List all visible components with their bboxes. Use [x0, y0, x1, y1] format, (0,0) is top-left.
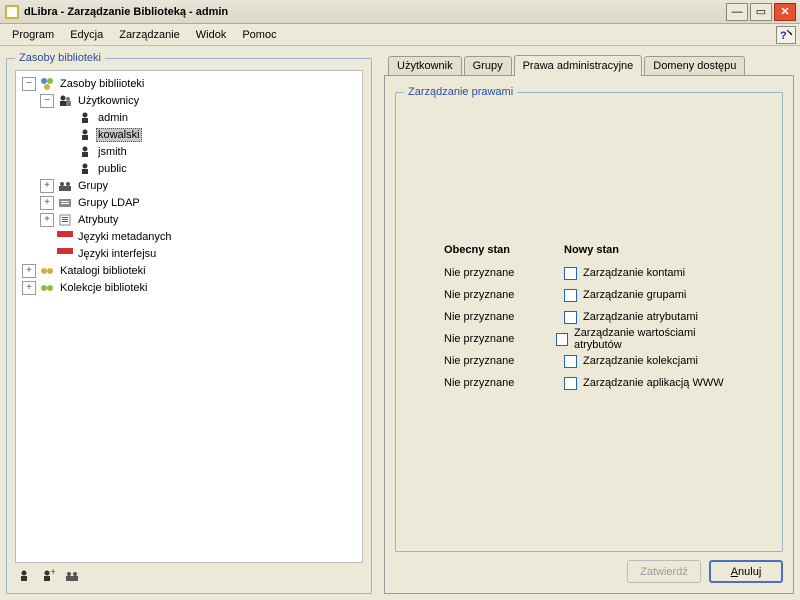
perm-row: Nie przyznane Zarządzanie kolekcjami: [444, 350, 734, 372]
perm-new: Zarządzanie kolekcjami: [564, 355, 698, 368]
rights-fieldset: Zarządzanie prawami Obecny stan Nowy sta…: [395, 86, 783, 552]
tree-ui-langs[interactable]: Języki interfejsu: [18, 245, 360, 262]
perm-checkbox[interactable]: [564, 377, 577, 390]
selected-user-label: kowalski: [96, 128, 142, 142]
col-current: Obecny stan: [444, 244, 564, 256]
perm-label: Zarządzanie kolekcjami: [583, 355, 698, 367]
collapse-icon[interactable]: −: [40, 94, 54, 108]
perm-row: Nie przyznane Zarządzanie kontami: [444, 262, 734, 284]
svg-text:?: ?: [780, 30, 787, 42]
single-user-icon[interactable]: [15, 567, 33, 585]
person-icon: [77, 144, 93, 160]
resources-icon: [39, 76, 55, 92]
perm-new: Zarządzanie wartościami atrybutów: [556, 327, 734, 351]
perm-checkbox[interactable]: [564, 289, 577, 302]
app-icon: [4, 4, 20, 20]
titlebar: dLibra - Zarządzanie Biblioteką - admin …: [0, 0, 800, 24]
group-icon: [57, 178, 73, 194]
tree-root[interactable]: − Zasoby bibliioteki: [18, 75, 360, 92]
perm-new: Zarządzanie atrybutami: [564, 311, 698, 324]
tree-user-jsmith[interactable]: jsmith: [18, 143, 360, 160]
tabs: Użytkownik Grupy Prawa administracyjne D…: [384, 54, 794, 75]
tree-user-public[interactable]: public: [18, 160, 360, 177]
perm-checkbox[interactable]: [556, 333, 568, 346]
tree-groups[interactable]: + Grupy: [18, 177, 360, 194]
expand-icon[interactable]: +: [40, 179, 54, 193]
rights-legend: Zarządzanie prawami: [404, 86, 517, 98]
perm-new: Zarządzanie aplikacją WWW: [564, 377, 724, 390]
perm-label: Zarządzanie atrybutami: [583, 311, 698, 323]
flag-icon: [57, 246, 73, 262]
menu-pomoc[interactable]: Pomoc: [234, 27, 284, 43]
perm-row: Nie przyznane Zarządzanie aplikacją WWW: [444, 372, 734, 394]
perm-checkbox[interactable]: [564, 311, 577, 324]
menu-edycja[interactable]: Edycja: [62, 27, 111, 43]
catalogs-icon: [39, 263, 55, 279]
perm-checkbox[interactable]: [564, 267, 577, 280]
tab-admin-rights[interactable]: Prawa administracyjne: [514, 55, 643, 76]
collapse-icon[interactable]: −: [22, 77, 36, 91]
perm-state: Nie przyznane: [444, 311, 564, 323]
perm-new: Zarządzanie grupami: [564, 289, 686, 302]
perm-label: Zarządzanie kontami: [583, 267, 685, 279]
expand-icon[interactable]: +: [22, 281, 36, 295]
tree-catalogs[interactable]: + Katalogi biblioteki: [18, 262, 360, 279]
person-icon: [77, 161, 93, 177]
tree-toolbar: +: [15, 563, 363, 585]
expand-icon[interactable]: +: [22, 264, 36, 278]
perm-checkbox[interactable]: [564, 355, 577, 368]
apply-button: Zatwierdź: [627, 560, 701, 583]
tree-user-admin[interactable]: admin: [18, 109, 360, 126]
person-icon: [77, 110, 93, 126]
collections-icon: [39, 280, 55, 296]
tree-collections[interactable]: + Kolekcje biblioteki: [18, 279, 360, 296]
perm-new: Zarządzanie kontami: [564, 267, 685, 280]
tab-groups[interactable]: Grupy: [464, 56, 512, 75]
context-help-icon[interactable]: ?: [776, 26, 796, 44]
perm-state: Nie przyznane: [444, 355, 564, 367]
tab-body: Zarządzanie prawami Obecny stan Nowy sta…: [384, 75, 794, 594]
perm-row: Nie przyznane Zarządzanie grupami: [444, 284, 734, 306]
resources-fieldset: Zasoby biblioteki − Zasoby bibliioteki −…: [6, 52, 372, 594]
menubar: Program Edycja Zarządzanie Widok Pomoc ?: [0, 24, 800, 46]
perm-state: Nie przyznane: [444, 267, 564, 279]
perm-state: Nie przyznane: [444, 333, 556, 345]
expand-icon[interactable]: +: [40, 213, 54, 227]
menu-program[interactable]: Program: [4, 27, 62, 43]
maximize-button[interactable]: ▭: [750, 3, 772, 21]
tree-user-kowalski[interactable]: kowalski: [18, 126, 360, 143]
cancel-button[interactable]: Anuluj: [709, 560, 783, 583]
menu-zarzadzanie[interactable]: Zarządzanie: [111, 27, 188, 43]
perm-label: Zarządzanie grupami: [583, 289, 686, 301]
multi-user-icon[interactable]: [63, 567, 81, 585]
expand-icon[interactable]: +: [40, 196, 54, 210]
tab-user[interactable]: Użytkownik: [388, 56, 462, 75]
perm-label: Zarządzanie aplikacją WWW: [583, 377, 724, 389]
flag-icon: [57, 229, 73, 245]
resources-legend: Zasoby biblioteki: [15, 52, 105, 64]
perm-row: Nie przyznane Zarządzanie atrybutami: [444, 306, 734, 328]
tree-meta-langs[interactable]: Języki metadanych: [18, 228, 360, 245]
resources-tree[interactable]: − Zasoby bibliioteki − Użytkownicy admin: [15, 70, 363, 563]
tree-attrs[interactable]: + Atrybuty: [18, 211, 360, 228]
minimize-button[interactable]: —: [726, 3, 748, 21]
tab-domains[interactable]: Domeny dostępu: [644, 56, 745, 75]
perm-state: Nie przyznane: [444, 289, 564, 301]
perm-label: Zarządzanie wartościami atrybutów: [574, 327, 734, 351]
perm-row: Nie przyznane Zarządzanie wartościami atr…: [444, 328, 734, 350]
svg-text:+: +: [50, 569, 55, 578]
person-icon: [77, 127, 93, 143]
add-user-icon[interactable]: +: [39, 567, 57, 585]
close-button[interactable]: ✕: [774, 3, 796, 21]
attributes-icon: [57, 212, 73, 228]
menu-widok[interactable]: Widok: [188, 27, 235, 43]
window-title: dLibra - Zarządzanie Biblioteką - admin: [24, 6, 726, 18]
tree-users[interactable]: − Użytkownicy: [18, 92, 360, 109]
users-icon: [57, 93, 73, 109]
col-new: Nowy stan: [564, 244, 619, 256]
perm-state: Nie przyznane: [444, 377, 564, 389]
tree-ldap[interactable]: + Grupy LDAP: [18, 194, 360, 211]
ldap-icon: [57, 195, 73, 211]
